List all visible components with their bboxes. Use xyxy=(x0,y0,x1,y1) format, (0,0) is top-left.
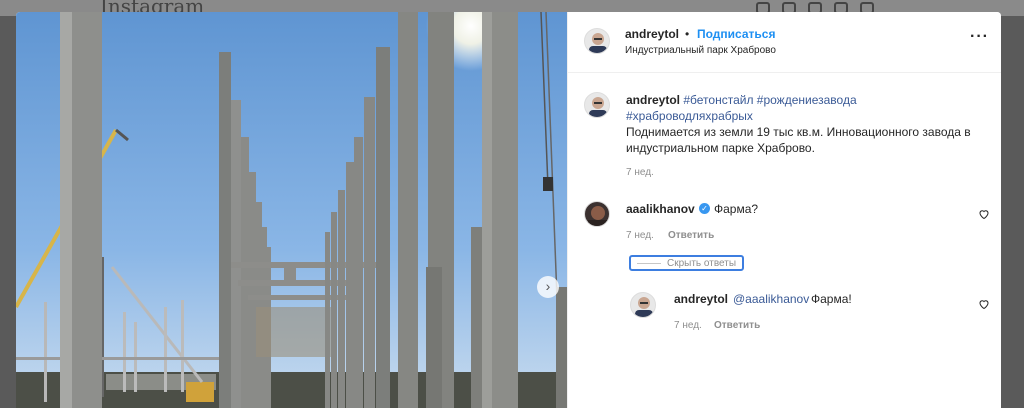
carousel-next-button[interactable]: › xyxy=(537,276,559,298)
caption-hashtag-2[interactable]: #храброводляхрабрых xyxy=(626,109,753,123)
verified-badge-icon: ✓ xyxy=(699,203,710,214)
header-username[interactable]: andreytol xyxy=(625,27,679,41)
caption-text-block: andreytol #бетонстайл #рождениезавода #х… xyxy=(626,92,986,156)
comment-username[interactable]: aaalikhanov xyxy=(626,202,695,216)
author-avatar[interactable] xyxy=(584,28,610,54)
post-side-panel: andreytol • Подписаться Индустриальный п… xyxy=(567,12,1001,408)
comment-time[interactable]: 7 нед. xyxy=(626,230,654,241)
hide-replies-label: Скрыть ответы xyxy=(667,258,737,269)
reply-mention[interactable]: @aaalikhanov xyxy=(733,291,809,307)
commenter-avatar[interactable] xyxy=(584,201,610,227)
caption-time[interactable]: 7 нед. xyxy=(626,167,654,178)
caption-body: Поднимается из земли 19 тыс кв.м. Иннова… xyxy=(626,125,971,155)
reply-username[interactable]: andreytol xyxy=(674,292,728,306)
hide-replies-button[interactable]: Скрыть ответы xyxy=(629,255,744,271)
caption-avatar[interactable] xyxy=(584,92,610,118)
post-modal: › andreytol • Подписаться Индустриальный… xyxy=(16,12,1001,408)
caption-username[interactable]: andreytol xyxy=(626,93,680,107)
reply-avatar[interactable] xyxy=(630,292,656,318)
more-icon[interactable]: ··· xyxy=(970,29,989,45)
reply-reply-button[interactable]: Ответить xyxy=(714,320,760,331)
reply-time[interactable]: 7 нед. xyxy=(674,320,702,331)
reply-text: Фарма! xyxy=(811,292,852,306)
comment-reply-button[interactable]: Ответить xyxy=(668,230,714,241)
follow-button[interactable]: Подписаться xyxy=(697,27,775,41)
post-photo: › xyxy=(16,12,567,408)
hide-replies-line xyxy=(637,263,661,264)
header-location[interactable]: Индустриальный парк Храброво xyxy=(625,45,776,56)
comment-like-heart-icon[interactable] xyxy=(978,208,990,220)
caption-hashtags[interactable]: #бетонстайл #рождениезавода xyxy=(683,93,856,107)
chevron-right-icon: › xyxy=(545,278,551,294)
comment-text: Фарма? xyxy=(714,202,759,216)
post-header: andreytol • Подписаться Индустриальный п… xyxy=(568,12,1001,73)
reply-like-heart-icon[interactable] xyxy=(978,298,990,310)
header-separator: • xyxy=(685,27,690,41)
